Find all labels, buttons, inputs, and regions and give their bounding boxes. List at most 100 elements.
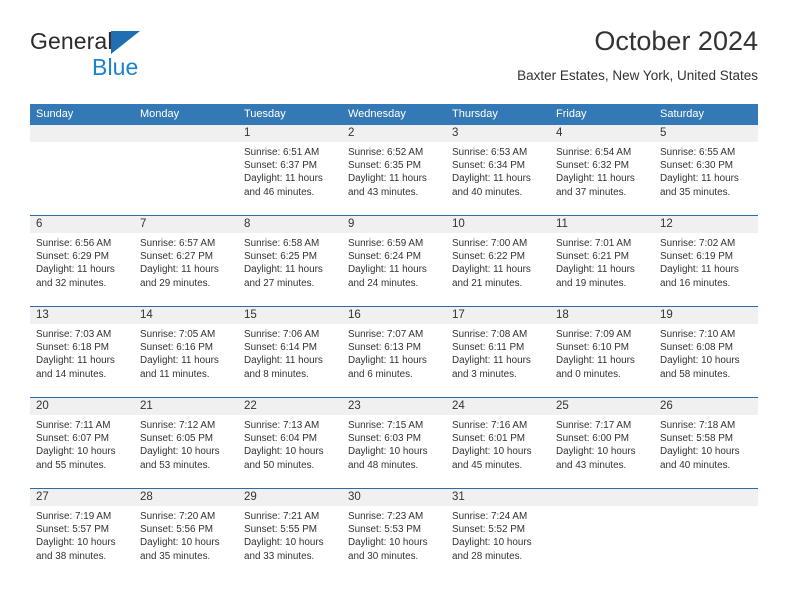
sunrise-text: Sunrise: 7:13 AM [244, 420, 320, 431]
day-number[interactable]: 25 [550, 398, 654, 415]
sunset-text: Sunset: 5:57 PM [36, 524, 110, 536]
day-number[interactable] [550, 489, 654, 506]
daylight-text-line1: Daylight: 10 hours [140, 537, 220, 549]
sunrise-text: Sunrise: 7:18 AM [660, 420, 736, 431]
day-number[interactable]: 13 [30, 307, 134, 324]
day-number[interactable]: 16 [342, 307, 446, 324]
sunset-text: Sunset: 6:21 PM [556, 251, 630, 263]
day-number[interactable]: 17 [446, 307, 550, 324]
day-number[interactable]: 22 [238, 398, 342, 415]
daylight-text-line2: and 19 minutes. [556, 277, 627, 289]
day-cell[interactable]: Sunrise: 7:23 AM Sunset: 5:53 PM Dayligh… [342, 506, 446, 579]
day-cell[interactable]: Sunrise: 7:16 AM Sunset: 6:01 PM Dayligh… [446, 415, 550, 488]
day-cell[interactable]: Sunrise: 7:06 AM Sunset: 6:14 PM Dayligh… [238, 324, 342, 397]
day-number[interactable] [30, 125, 134, 142]
day-cell[interactable]: Sunrise: 7:07 AM Sunset: 6:13 PM Dayligh… [342, 324, 446, 397]
day-cell[interactable] [550, 506, 654, 579]
week-detail-row: Sunrise: 6:51 AM Sunset: 6:37 PM Dayligh… [30, 142, 758, 215]
sunrise-text: Sunrise: 7:00 AM [452, 238, 528, 249]
day-number[interactable]: 15 [238, 307, 342, 324]
day-cell[interactable]: Sunrise: 7:24 AM Sunset: 5:52 PM Dayligh… [446, 506, 550, 579]
day-number[interactable] [654, 489, 758, 506]
day-cell[interactable]: Sunrise: 6:52 AM Sunset: 6:35 PM Dayligh… [342, 142, 446, 215]
day-cell[interactable]: Sunrise: 6:53 AM Sunset: 6:34 PM Dayligh… [446, 142, 550, 215]
day-number[interactable]: 8 [238, 216, 342, 233]
sunrise-text: Sunrise: 7:11 AM [36, 420, 111, 431]
day-cell[interactable]: Sunrise: 7:11 AM Sunset: 6:07 PM Dayligh… [30, 415, 134, 488]
day-number[interactable]: 24 [446, 398, 550, 415]
daylight-text-line1: Daylight: 11 hours [556, 264, 635, 276]
title-block: October 2024 Baxter Estates, New York, U… [517, 24, 758, 86]
day-cell[interactable] [654, 506, 758, 579]
day-cell[interactable]: Sunrise: 6:59 AM Sunset: 6:24 PM Dayligh… [342, 233, 446, 306]
week-daynumber-band: 6 7 8 9 10 11 12 [30, 216, 758, 233]
daylight-text-line1: Daylight: 11 hours [348, 173, 427, 185]
day-number[interactable]: 21 [134, 398, 238, 415]
day-cell[interactable]: Sunrise: 7:19 AM Sunset: 5:57 PM Dayligh… [30, 506, 134, 579]
day-number[interactable]: 9 [342, 216, 446, 233]
sunrise-text: Sunrise: 7:07 AM [348, 329, 424, 340]
daylight-text-line1: Daylight: 10 hours [348, 537, 428, 549]
day-number[interactable]: 11 [550, 216, 654, 233]
day-number[interactable]: 5 [654, 125, 758, 142]
day-cell[interactable] [30, 142, 134, 215]
daylight-text-line1: Daylight: 11 hours [452, 264, 531, 276]
day-number[interactable]: 23 [342, 398, 446, 415]
day-number[interactable]: 28 [134, 489, 238, 506]
day-cell[interactable]: Sunrise: 6:58 AM Sunset: 6:25 PM Dayligh… [238, 233, 342, 306]
day-cell[interactable]: Sunrise: 7:02 AM Sunset: 6:19 PM Dayligh… [654, 233, 758, 306]
day-number[interactable]: 2 [342, 125, 446, 142]
daylight-text-line1: Daylight: 11 hours [244, 355, 323, 367]
week-row: 1 2 3 4 5 Sunrise: 6:51 AM Sunset: 6:37 … [30, 125, 758, 215]
page-title: October 2024 [594, 26, 758, 56]
day-cell[interactable]: Sunrise: 7:20 AM Sunset: 5:56 PM Dayligh… [134, 506, 238, 579]
sunrise-text: Sunrise: 7:17 AM [556, 420, 632, 431]
day-number[interactable]: 1 [238, 125, 342, 142]
day-number[interactable]: 26 [654, 398, 758, 415]
week-detail-row: Sunrise: 7:03 AM Sunset: 6:18 PM Dayligh… [30, 324, 758, 397]
day-number[interactable]: 6 [30, 216, 134, 233]
daylight-text-line1: Daylight: 11 hours [348, 264, 427, 276]
day-cell[interactable]: Sunrise: 7:09 AM Sunset: 6:10 PM Dayligh… [550, 324, 654, 397]
day-number[interactable]: 27 [30, 489, 134, 506]
day-number[interactable]: 12 [654, 216, 758, 233]
sunrise-text: Sunrise: 7:01 AM [556, 238, 632, 249]
day-cell[interactable] [134, 142, 238, 215]
day-number[interactable]: 3 [446, 125, 550, 142]
calendar-page: General Blue October 2024 Baxter Estates… [0, 0, 792, 612]
logo-triangle-icon [111, 31, 140, 54]
day-cell[interactable]: Sunrise: 7:08 AM Sunset: 6:11 PM Dayligh… [446, 324, 550, 397]
day-cell[interactable]: Sunrise: 7:01 AM Sunset: 6:21 PM Dayligh… [550, 233, 654, 306]
day-cell[interactable]: Sunrise: 7:13 AM Sunset: 6:04 PM Dayligh… [238, 415, 342, 488]
day-cell[interactable]: Sunrise: 6:55 AM Sunset: 6:30 PM Dayligh… [654, 142, 758, 215]
day-number[interactable]: 7 [134, 216, 238, 233]
day-number[interactable] [134, 125, 238, 142]
day-cell[interactable]: Sunrise: 7:00 AM Sunset: 6:22 PM Dayligh… [446, 233, 550, 306]
day-cell[interactable]: Sunrise: 6:54 AM Sunset: 6:32 PM Dayligh… [550, 142, 654, 215]
daylight-text-line1: Daylight: 10 hours [36, 446, 116, 458]
day-cell[interactable]: Sunrise: 7:10 AM Sunset: 6:08 PM Dayligh… [654, 324, 758, 397]
day-cell[interactable]: Sunrise: 7:03 AM Sunset: 6:18 PM Dayligh… [30, 324, 134, 397]
day-number[interactable]: 10 [446, 216, 550, 233]
day-cell[interactable]: Sunrise: 6:56 AM Sunset: 6:29 PM Dayligh… [30, 233, 134, 306]
day-cell[interactable]: Sunrise: 7:17 AM Sunset: 6:00 PM Dayligh… [550, 415, 654, 488]
sunrise-text: Sunrise: 7:21 AM [244, 511, 320, 522]
day-cell[interactable]: Sunrise: 7:18 AM Sunset: 5:58 PM Dayligh… [654, 415, 758, 488]
day-number[interactable]: 30 [342, 489, 446, 506]
day-cell[interactable]: Sunrise: 6:57 AM Sunset: 6:27 PM Dayligh… [134, 233, 238, 306]
day-cell[interactable]: Sunrise: 7:05 AM Sunset: 6:16 PM Dayligh… [134, 324, 238, 397]
day-number[interactable]: 4 [550, 125, 654, 142]
day-cell[interactable]: Sunrise: 7:21 AM Sunset: 5:55 PM Dayligh… [238, 506, 342, 579]
day-number[interactable]: 19 [654, 307, 758, 324]
day-number[interactable]: 18 [550, 307, 654, 324]
day-cell[interactable]: Sunrise: 6:51 AM Sunset: 6:37 PM Dayligh… [238, 142, 342, 215]
day-number[interactable]: 14 [134, 307, 238, 324]
weekday-header-row: Sunday Monday Tuesday Wednesday Thursday… [30, 104, 758, 125]
day-number[interactable]: 20 [30, 398, 134, 415]
day-number[interactable]: 29 [238, 489, 342, 506]
day-cell[interactable]: Sunrise: 7:12 AM Sunset: 6:05 PM Dayligh… [134, 415, 238, 488]
day-cell[interactable]: Sunrise: 7:15 AM Sunset: 6:03 PM Dayligh… [342, 415, 446, 488]
sunrise-text: Sunrise: 7:20 AM [140, 511, 216, 522]
sunrise-text: Sunrise: 7:06 AM [244, 329, 320, 340]
day-number[interactable]: 31 [446, 489, 550, 506]
